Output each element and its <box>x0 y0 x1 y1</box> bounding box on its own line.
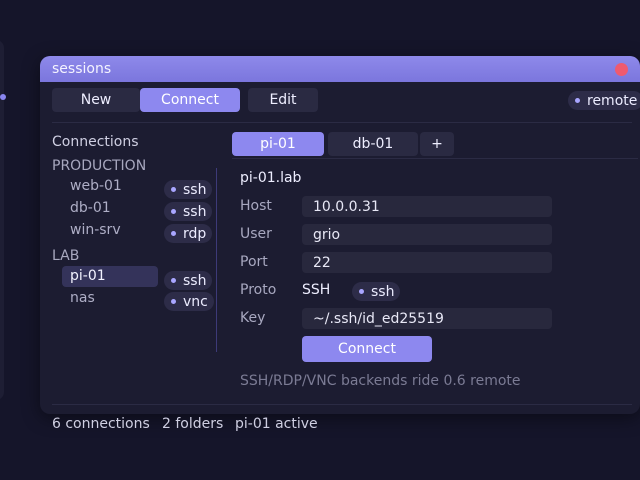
tab-db-01[interactable]: db-01 <box>328 132 418 156</box>
backend-note: SSH/RDP/VNC backends ride 0.6 remote <box>240 373 521 389</box>
new-button[interactable]: New <box>52 88 140 112</box>
connect-button[interactable]: Connect <box>302 336 432 362</box>
proto-tag-label: rdp <box>183 225 207 242</box>
port-label: Port <box>240 254 268 270</box>
tab-pi-01[interactable]: pi-01 <box>232 132 324 156</box>
bullet-icon <box>359 289 364 294</box>
bullet-icon <box>171 299 176 304</box>
tabs-divider <box>232 158 638 159</box>
title-bar[interactable]: sessions <box>40 56 640 82</box>
proto-tag[interactable]: ssh <box>352 282 401 301</box>
proto-tag-label: ssh <box>183 181 207 198</box>
host-label: Host <box>240 198 272 214</box>
proto-tag-label: ssh <box>371 283 395 300</box>
sessions-window: sessions New Connect Edit remote Connect… <box>40 56 640 414</box>
proto-value: SSH <box>302 282 331 298</box>
key-label: Key <box>240 310 266 326</box>
sidebar-item-db-01[interactable]: db-01 <box>70 200 111 216</box>
proto-tag: vnc <box>164 292 214 311</box>
proto-tag-label: vnc <box>183 293 208 310</box>
status-active: pi-01 active <box>235 416 318 432</box>
toolbar: New Connect Edit remote <box>52 88 640 112</box>
proto-tag-label: ssh <box>183 203 207 220</box>
group-lab[interactable]: LAB <box>52 248 79 264</box>
status-connections: 6 connections <box>52 416 150 432</box>
add-tab-button[interactable]: + <box>420 132 454 156</box>
host-title: pi-01.lab <box>240 170 302 186</box>
sidebar-divider <box>216 168 217 352</box>
proto-tag-label: ssh <box>183 272 207 289</box>
status-folders: 2 folders <box>162 416 224 432</box>
key-field[interactable]: ~/.ssh/id_ed25519 <box>302 308 552 329</box>
connect-button[interactable]: Connect <box>140 88 240 112</box>
remote-tag-label: remote <box>587 92 638 109</box>
bullet-icon <box>171 278 176 283</box>
bullet-icon <box>171 209 176 214</box>
sidebar-item-web-01[interactable]: web-01 <box>70 178 122 194</box>
sidebar-item-win-srv[interactable]: win-srv <box>70 222 121 238</box>
proto-tag: ssh <box>164 271 213 290</box>
sidebar-item-pi-01[interactable]: pi-01 <box>70 268 106 284</box>
footer-divider <box>52 404 632 405</box>
bullet-icon <box>171 231 176 236</box>
bullet-icon <box>171 187 176 192</box>
proto-tag: ssh <box>164 180 213 199</box>
sidebar-header: Connections <box>52 134 139 150</box>
background-window <box>0 40 6 400</box>
host-field[interactable]: 10.0.0.31 <box>302 196 552 217</box>
bullet-icon <box>575 98 580 103</box>
sidebar-item-nas[interactable]: nas <box>70 290 95 306</box>
user-label: User <box>240 226 272 242</box>
background-window-dot <box>0 94 6 100</box>
remote-tag[interactable]: remote <box>568 91 640 110</box>
proto-label: Proto <box>240 282 277 298</box>
edit-button[interactable]: Edit <box>248 88 318 112</box>
close-icon[interactable] <box>615 63 628 76</box>
connections-sidebar: Connections PRODUCTION web-01 ssh db-01 … <box>52 134 222 354</box>
user-field[interactable]: grio <box>302 224 552 245</box>
port-field[interactable]: 22 <box>302 252 552 273</box>
connection-detail: pi-01 db-01 + pi-01.lab Host 10.0.0.31 U… <box>232 132 640 389</box>
toolbar-divider <box>52 122 632 123</box>
window-title: sessions <box>52 61 112 77</box>
group-production[interactable]: PRODUCTION <box>52 158 146 174</box>
proto-tag: ssh <box>164 202 213 221</box>
proto-tag: rdp <box>164 224 213 243</box>
